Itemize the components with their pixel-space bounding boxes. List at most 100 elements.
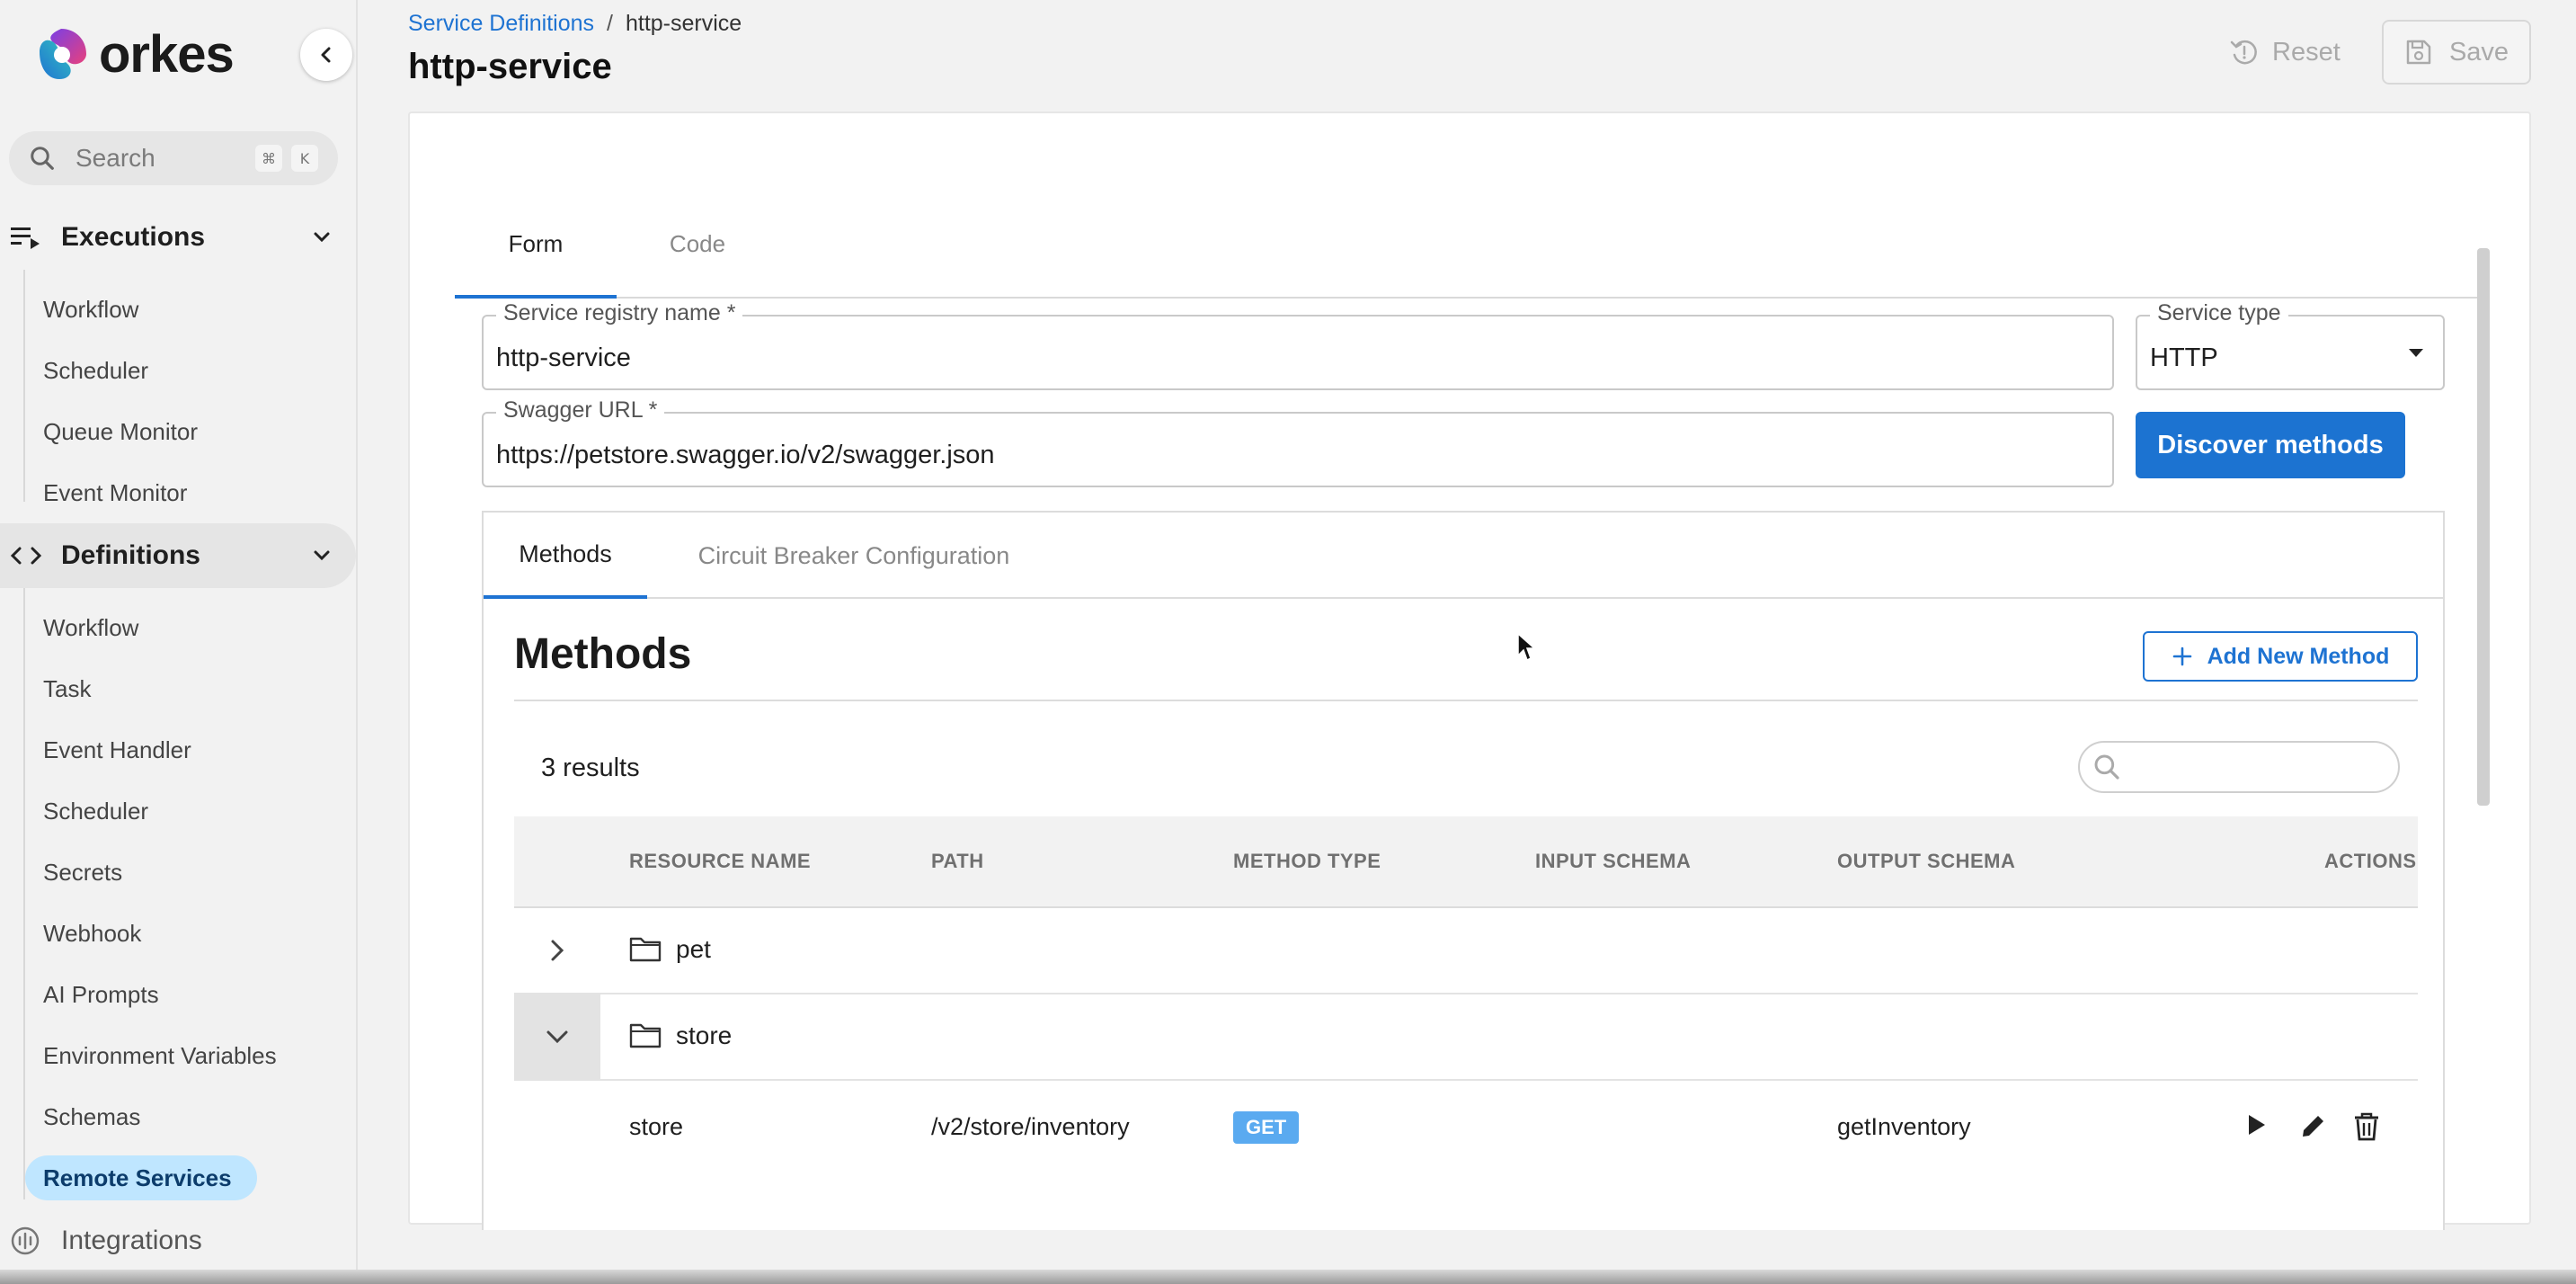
reset-button[interactable]: Reset <box>2229 29 2341 76</box>
collapse-sidebar-button[interactable] <box>300 29 352 81</box>
nav-group-integrations[interactable]: Integrations <box>9 1219 202 1262</box>
swagger-url-value: https://petstore.swagger.io/v2/swagger.j… <box>496 441 995 469</box>
cell-output-schema: getInventory <box>1837 1113 1971 1140</box>
code-icon <box>11 547 41 565</box>
service-registry-name-value: http-service <box>496 343 631 372</box>
results-count: 3 results <box>541 753 640 782</box>
nav-group-executions[interactable]: Executions <box>0 205 356 270</box>
definitions-tree-line <box>23 588 25 1199</box>
table-row-group-pet[interactable]: pet <box>514 908 2418 994</box>
service-registry-name-field[interactable]: Service registry name * http-service <box>482 300 2114 390</box>
column-actions: ACTIONS <box>2324 850 2417 872</box>
service-type-value: HTTP <box>2150 343 2218 372</box>
collapse-row-button[interactable] <box>514 994 600 1079</box>
sidebar-item-ai-prompts[interactable]: AI Prompts <box>43 976 159 1012</box>
service-type-label: Service type <box>2150 300 2288 326</box>
tab-methods[interactable]: Methods <box>484 513 647 599</box>
sidebar-item-queue-monitor[interactable]: Queue Monitor <box>43 414 198 450</box>
sidebar-item-remote-services[interactable]: Remote Services <box>25 1155 257 1200</box>
table-search-input[interactable] <box>2078 741 2400 793</box>
reset-icon <box>2230 40 2257 65</box>
sidebar-item-def-workflow[interactable]: Workflow <box>43 610 138 646</box>
cell-resource-name: store <box>629 1113 684 1140</box>
swagger-url-field[interactable]: Swagger URL * https://petstore.swagger.i… <box>482 397 2114 487</box>
column-method-type[interactable]: METHOD TYPE <box>1233 816 1381 906</box>
expand-row-button[interactable] <box>514 908 600 993</box>
cell-path: /v2/store/inventory <box>931 1113 1130 1140</box>
sidebar-item-def-scheduler[interactable]: Scheduler <box>43 793 148 829</box>
sidebar-item-event-handler[interactable]: Event Handler <box>43 732 191 768</box>
breadcrumb-separator: / <box>607 11 613 36</box>
column-resource-name[interactable]: RESOURCE NAME <box>629 816 811 906</box>
table-row[interactable]: store /v2/store/inventory GET getInvento… <box>514 1081 2418 1174</box>
window-bottom-edge <box>0 1270 2576 1284</box>
group-name: store <box>676 1021 733 1049</box>
sidebar-item-environment-variables[interactable]: Environment Variables <box>43 1038 277 1074</box>
add-new-method-label: Add New Method <box>2207 643 2390 669</box>
sidebar-search[interactable]: Search ⌘ K <box>9 131 338 185</box>
breadcrumb-current: http-service <box>625 11 742 36</box>
column-path[interactable]: PATH <box>931 816 984 906</box>
search-placeholder: Search <box>76 144 155 172</box>
save-label: Save <box>2448 37 2509 67</box>
tab-form[interactable]: Form <box>455 230 617 299</box>
nav-group-label: Definitions <box>61 540 200 570</box>
sidebar-item-event-monitor[interactable]: Event Monitor <box>43 475 187 511</box>
sidebar-item-webhook[interactable]: Webhook <box>43 915 141 951</box>
divider <box>514 700 2418 701</box>
table-header: RESOURCE NAME PATH METHOD TYPE INPUT SCH… <box>514 816 2418 908</box>
method-type-badge: GET <box>1233 1111 1300 1144</box>
tab-code[interactable]: Code <box>617 230 778 299</box>
nav-group-definitions[interactable]: Definitions <box>0 523 356 588</box>
page-title: http-service <box>408 47 612 86</box>
methods-heading: Methods <box>514 630 692 678</box>
sidebar-item-exec-workflow[interactable]: Workflow <box>43 291 138 327</box>
shortcut-k-key: K <box>291 145 318 172</box>
run-icon[interactable] <box>2245 1111 2269 1138</box>
orkes-logo-icon <box>40 29 86 79</box>
executions-tree-line <box>23 270 25 502</box>
delete-icon[interactable] <box>2353 1111 2380 1142</box>
column-input-schema[interactable]: INPUT SCHEMA <box>1535 816 1691 906</box>
chevron-down-icon <box>314 550 330 561</box>
chevron-down-icon <box>314 232 330 243</box>
tab-circuit-breaker[interactable]: Circuit Breaker Configuration <box>647 513 1061 599</box>
logo-text: orkes <box>99 24 235 84</box>
search-icon <box>2094 754 2119 780</box>
methods-panel: Methods Circuit Breaker Configuration Me… <box>482 511 2445 1230</box>
sidebar-item-task[interactable]: Task <box>43 671 91 707</box>
reset-label: Reset <box>2272 37 2341 67</box>
shortcut-cmd-key: ⌘ <box>255 145 282 172</box>
dropdown-arrow-icon <box>2409 349 2423 357</box>
sidebar-item-secrets[interactable]: Secrets <box>43 854 122 890</box>
sidebar-item-exec-scheduler[interactable]: Scheduler <box>43 352 148 388</box>
integrations-icon <box>11 1226 40 1255</box>
discover-methods-button[interactable]: Discover methods <box>2136 412 2405 478</box>
save-button[interactable]: Save <box>2382 20 2531 85</box>
add-new-method-button[interactable]: Add New Method <box>2143 631 2418 682</box>
search-icon <box>31 147 54 170</box>
vertical-scrollbar[interactable] <box>2477 248 2490 806</box>
folder-icon <box>629 937 662 962</box>
breadcrumb-service-definitions[interactable]: Service Definitions <box>408 11 594 36</box>
chevron-down-icon <box>546 1030 568 1044</box>
swagger-url-label: Swagger URL * <box>496 397 665 424</box>
folder-icon <box>629 1023 662 1048</box>
nav-group-label: Integrations <box>61 1226 202 1255</box>
sidebar: orkes Search ⌘ K Executions Workflow Sch… <box>0 0 358 1284</box>
chevron-right-icon <box>551 940 564 961</box>
nav-group-label: Executions <box>61 222 206 252</box>
edit-icon[interactable] <box>2299 1111 2328 1140</box>
sidebar-item-schemas[interactable]: Schemas <box>43 1099 140 1135</box>
save-icon <box>2406 40 2431 65</box>
breadcrumb: Service Definitions / http-service <box>408 11 742 37</box>
column-output-schema[interactable]: OUTPUT SCHEMA <box>1837 816 2015 906</box>
orkes-logo[interactable]: orkes <box>32 22 235 86</box>
mouse-cursor-icon <box>1517 633 1536 662</box>
table-row-group-store[interactable]: store <box>514 994 2418 1081</box>
editor-tabs: Form Code <box>455 167 2490 299</box>
chevron-left-icon <box>321 47 331 63</box>
group-name: pet <box>676 935 711 963</box>
service-type-select[interactable]: Service type HTTP <box>2136 300 2445 390</box>
plus-icon <box>2172 646 2191 666</box>
